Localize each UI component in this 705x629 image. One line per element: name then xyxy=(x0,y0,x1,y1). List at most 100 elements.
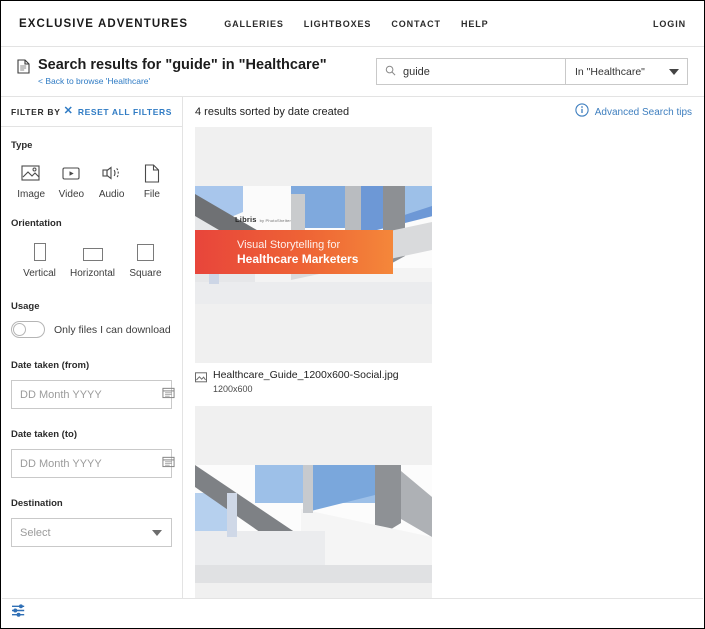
login-button[interactable]: LOGIN xyxy=(653,19,686,29)
nav-link-lightboxes[interactable]: LIGHTBOXES xyxy=(304,19,372,29)
app-window: EXCLUSIVE ADVENTURES GALLERIES LIGHTBOXE… xyxy=(0,0,705,629)
audio-icon xyxy=(92,160,132,186)
date-from-field[interactable] xyxy=(11,380,175,409)
sliders-icon[interactable] xyxy=(11,603,28,623)
libris-logo-byline: by PhotoShelter xyxy=(259,218,292,223)
rectangle-vertical-icon xyxy=(13,238,66,264)
calendar-icon[interactable] xyxy=(162,455,175,473)
top-navigation: EXCLUSIVE ADVENTURES GALLERIES LIGHTBOXE… xyxy=(1,1,704,47)
type-options: Image Video Audio File xyxy=(11,160,172,200)
page-body: FILTER BY ✕ RESET ALL FILTERS Type Image… xyxy=(1,97,704,607)
result-card[interactable]: Libris by PhotoShelter Visual Storytelli… xyxy=(195,127,432,394)
filter-group-date-to: Date taken (to) xyxy=(11,429,175,478)
result-dimensions: 1200x600 xyxy=(213,384,253,394)
results-count: 4 results sorted by date created xyxy=(195,106,350,118)
file-icon xyxy=(132,160,172,186)
type-group-label: Type xyxy=(11,140,33,151)
orientation-options: Vertical Horizontal Square xyxy=(11,238,172,279)
search-icon xyxy=(385,63,396,81)
close-icon: ✕ xyxy=(63,105,73,117)
orientation-option-vertical[interactable]: Vertical xyxy=(13,238,66,279)
chevron-down-icon xyxy=(152,529,162,536)
image-file-icon xyxy=(195,370,207,388)
orientation-option-horizontal[interactable]: Horizontal xyxy=(66,238,119,279)
rectangle-horizontal-icon xyxy=(66,238,119,264)
type-option-image-label: Image xyxy=(17,189,46,200)
type-option-file[interactable]: File xyxy=(132,160,172,200)
result-meta: Healthcare_Guide_1200x600-Social.jpg 120… xyxy=(195,363,432,394)
downloadable-only-label: Only files I can download xyxy=(54,323,171,336)
results-bar: 4 results sorted by date created Advance… xyxy=(195,97,692,127)
orientation-option-square[interactable]: Square xyxy=(119,238,172,279)
orientation-option-square-label: Square xyxy=(129,268,162,279)
toggle-knob xyxy=(13,323,26,336)
usage-toggle-row[interactable]: Only files I can download xyxy=(11,321,172,338)
filter-bar: FILTER BY ✕ RESET ALL FILTERS xyxy=(1,97,182,127)
date-to-label: Date taken (to) xyxy=(11,429,77,440)
filter-group-type: Type Image Video Audio File xyxy=(11,140,172,200)
result-thumbnail[interactable]: Libris by PhotoShelter Visual Storytelli… xyxy=(195,127,432,363)
filter-group-usage: Usage Only files I can download xyxy=(11,301,172,338)
destination-selected-value: Select xyxy=(20,526,51,539)
search-header: Search results for "guide" in "Healthcar… xyxy=(1,47,704,97)
usage-group-label: Usage xyxy=(11,301,40,312)
square-icon xyxy=(119,238,172,264)
type-option-image[interactable]: Image xyxy=(11,160,51,200)
type-option-video-label: Video xyxy=(58,189,85,200)
search-box: In "Healthcare" xyxy=(376,58,688,85)
video-icon xyxy=(51,160,91,186)
results-panel: 4 results sorted by date created Advance… xyxy=(183,97,704,607)
promo-banner: Visual Storytelling for Healthcare Marke… xyxy=(195,230,393,274)
nav-link-help[interactable]: HELP xyxy=(461,19,489,29)
destination-label: Destination xyxy=(11,498,63,509)
site-brand[interactable]: EXCLUSIVE ADVENTURES xyxy=(19,18,188,30)
chevron-down-icon xyxy=(669,68,679,75)
nav-link-contact[interactable]: CONTACT xyxy=(391,19,441,29)
orientation-option-vertical-label: Vertical xyxy=(23,268,56,279)
type-option-video[interactable]: Video xyxy=(51,160,91,200)
orientation-option-horizontal-label: Horizontal xyxy=(69,268,116,279)
filter-sidebar: FILTER BY ✕ RESET ALL FILTERS Type Image… xyxy=(1,97,183,607)
date-to-field[interactable] xyxy=(11,449,175,478)
image-icon xyxy=(11,160,51,186)
libris-logo-name: Libris xyxy=(235,215,257,224)
nav-links: GALLERIES LIGHTBOXES CONTACT HELP xyxy=(224,19,488,29)
result-thumbnail[interactable] xyxy=(195,406,432,607)
destination-select[interactable]: Select xyxy=(11,518,172,547)
result-filename[interactable]: Healthcare_Guide_1200x600-Social.jpg xyxy=(213,369,399,382)
type-option-file-label: File xyxy=(143,189,160,200)
orientation-group-label: Orientation xyxy=(11,218,62,229)
advanced-search-tips-label: Advanced Search tips xyxy=(594,106,692,118)
libris-logo: Libris by PhotoShelter xyxy=(235,215,291,224)
results-grid: Libris by PhotoShelter Visual Storytelli… xyxy=(195,127,692,607)
thumbnail-photo xyxy=(195,465,432,583)
document-icon xyxy=(17,59,30,79)
promo-banner-line2: Healthcare Marketers xyxy=(237,251,359,266)
promo-banner-line1: Visual Storytelling for xyxy=(237,238,341,251)
filter-group-orientation: Orientation Vertical Horizontal Square xyxy=(11,218,172,279)
filter-by-label: FILTER BY xyxy=(11,106,61,117)
page-title-block: Search results for "guide" in "Healthcar… xyxy=(17,57,327,86)
search-scope-dropdown[interactable]: In "Healthcare" xyxy=(565,59,687,84)
type-option-audio[interactable]: Audio xyxy=(92,160,132,200)
advanced-search-tips-link[interactable]: Advanced Search tips xyxy=(575,102,692,122)
nav-link-galleries[interactable]: GALLERIES xyxy=(224,19,284,29)
reset-all-filters-label: RESET ALL FILTERS xyxy=(77,106,172,117)
date-from-label: Date taken (from) xyxy=(11,360,90,371)
info-icon xyxy=(575,102,589,122)
date-from-input[interactable] xyxy=(20,388,162,401)
result-card[interactable]: Healthcare_Guide_1200x600_imageonly.jpg … xyxy=(195,406,432,607)
filter-group-destination: Destination Select xyxy=(11,498,172,547)
search-scope-label: In "Healthcare" xyxy=(575,65,645,78)
reset-all-filters-button[interactable]: ✕ RESET ALL FILTERS xyxy=(64,106,172,117)
downloadable-only-toggle[interactable] xyxy=(11,321,45,338)
type-option-audio-label: Audio xyxy=(98,189,125,200)
filter-group-date-from: Date taken (from) xyxy=(11,360,175,409)
date-to-input[interactable] xyxy=(20,457,162,470)
search-field[interactable] xyxy=(377,59,565,84)
page-title: Search results for "guide" in "Healthcar… xyxy=(38,57,327,73)
bottom-bar xyxy=(2,598,703,627)
search-input[interactable] xyxy=(403,65,557,78)
calendar-icon[interactable] xyxy=(162,386,175,404)
back-to-browse-link[interactable]: < Back to browse 'Healthcare' xyxy=(38,76,327,86)
